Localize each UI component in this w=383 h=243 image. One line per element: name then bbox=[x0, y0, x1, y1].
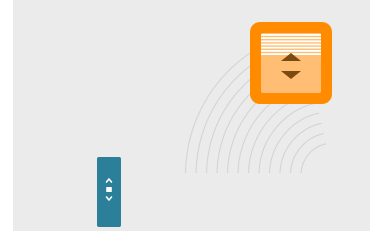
target-stripe bbox=[261, 43, 321, 46]
target-stripe bbox=[261, 46, 321, 49]
signal-arc bbox=[300, 143, 327, 174]
signal-arc bbox=[258, 102, 317, 174]
target-stripe bbox=[261, 40, 321, 43]
page-background bbox=[0, 0, 383, 243]
scroll-widget-small[interactable] bbox=[97, 157, 121, 227]
target-stripe bbox=[261, 50, 321, 52]
target-stripe bbox=[261, 34, 321, 36]
signal-arc bbox=[290, 133, 324, 174]
scroll-up-down-icon bbox=[105, 178, 113, 201]
target-stripe bbox=[261, 37, 321, 39]
scroll-widget-large[interactable] bbox=[250, 22, 332, 104]
scroll-page-up-down-icon bbox=[261, 33, 321, 93]
signal-arc bbox=[269, 112, 320, 174]
